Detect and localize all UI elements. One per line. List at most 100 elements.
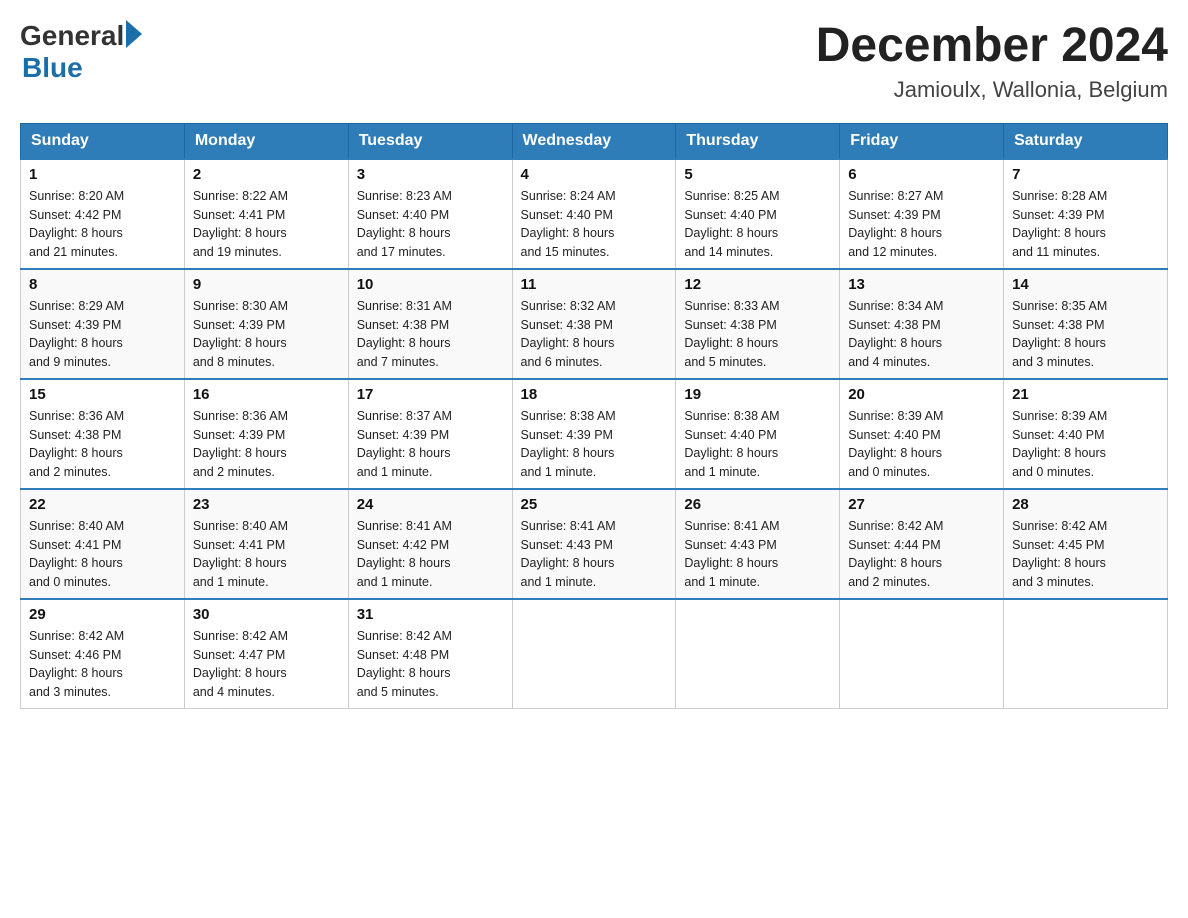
day-info: Sunrise: 8:25 AMSunset: 4:40 PMDaylight:… <box>684 187 831 262</box>
day-number: 11 <box>521 276 668 293</box>
day-number: 20 <box>848 386 995 403</box>
day-number: 5 <box>684 166 831 183</box>
calendar-cell: 3 Sunrise: 8:23 AMSunset: 4:40 PMDaylight… <box>348 159 512 269</box>
day-info: Sunrise: 8:31 AMSunset: 4:38 PMDaylight:… <box>357 297 504 372</box>
day-info: Sunrise: 8:35 AMSunset: 4:38 PMDaylight:… <box>1012 297 1159 372</box>
day-info: Sunrise: 8:23 AMSunset: 4:40 PMDaylight:… <box>357 187 504 262</box>
calendar-cell: 8 Sunrise: 8:29 AMSunset: 4:39 PMDaylight… <box>21 269 185 379</box>
day-number: 24 <box>357 496 504 513</box>
header-friday: Friday <box>840 123 1004 159</box>
header-sunday: Sunday <box>21 123 185 159</box>
calendar-cell: 29Sunrise: 8:42 AMSunset: 4:46 PMDayligh… <box>21 599 185 709</box>
calendar-cell: 17Sunrise: 8:37 AMSunset: 4:39 PMDayligh… <box>348 379 512 489</box>
calendar-cell: 16 Sunrise: 8:36 AMSunset: 4:39 PMDayligh… <box>184 379 348 489</box>
day-number: 25 <box>521 496 668 513</box>
calendar-cell: 18 Sunrise: 8:38 AMSunset: 4:39 PMDayligh… <box>512 379 676 489</box>
header-tuesday: Tuesday <box>348 123 512 159</box>
calendar-cell: 4 Sunrise: 8:24 AMSunset: 4:40 PMDaylight… <box>512 159 676 269</box>
week-row-3: 15 Sunrise: 8:36 AMSunset: 4:38 PMDayligh… <box>21 379 1168 489</box>
day-info: Sunrise: 8:27 AMSunset: 4:39 PMDaylight:… <box>848 187 995 262</box>
day-number: 6 <box>848 166 995 183</box>
day-info: Sunrise: 8:42 AMSunset: 4:48 PMDaylight:… <box>357 627 504 702</box>
day-number: 29 <box>29 606 176 623</box>
day-number: 14 <box>1012 276 1159 293</box>
title-area: December 2024 Jamioulx, Wallonia, Belgiu… <box>816 20 1168 103</box>
day-number: 28 <box>1012 496 1159 513</box>
calendar-cell: 19 Sunrise: 8:38 AMSunset: 4:40 PMDayligh… <box>676 379 840 489</box>
week-row-2: 8 Sunrise: 8:29 AMSunset: 4:39 PMDaylight… <box>21 269 1168 379</box>
header-thursday: Thursday <box>676 123 840 159</box>
day-info: Sunrise: 8:34 AMSunset: 4:38 PMDaylight:… <box>848 297 995 372</box>
day-number: 23 <box>193 496 340 513</box>
calendar-cell: 11 Sunrise: 8:32 AMSunset: 4:38 PMDayligh… <box>512 269 676 379</box>
day-info: Sunrise: 8:42 AMSunset: 4:47 PMDaylight:… <box>193 627 340 702</box>
day-info: Sunrise: 8:41 AMSunset: 4:42 PMDaylight:… <box>357 517 504 592</box>
calendar-cell: 9 Sunrise: 8:30 AMSunset: 4:39 PMDaylight… <box>184 269 348 379</box>
calendar-cell <box>512 599 676 709</box>
calendar-cell: 1Sunrise: 8:20 AMSunset: 4:42 PMDaylight… <box>21 159 185 269</box>
day-number: 16 <box>193 386 340 403</box>
day-info: Sunrise: 8:41 AMSunset: 4:43 PMDaylight:… <box>684 517 831 592</box>
day-number: 21 <box>1012 386 1159 403</box>
week-row-1: 1Sunrise: 8:20 AMSunset: 4:42 PMDaylight… <box>21 159 1168 269</box>
header-wednesday: Wednesday <box>512 123 676 159</box>
calendar-cell: 7Sunrise: 8:28 AMSunset: 4:39 PMDaylight… <box>1004 159 1168 269</box>
calendar-cell: 27 Sunrise: 8:42 AMSunset: 4:44 PMDayligh… <box>840 489 1004 599</box>
day-info: Sunrise: 8:37 AMSunset: 4:39 PMDaylight:… <box>357 407 504 482</box>
day-number: 30 <box>193 606 340 623</box>
day-info: Sunrise: 8:38 AMSunset: 4:40 PMDaylight:… <box>684 407 831 482</box>
calendar-cell: 23 Sunrise: 8:40 AMSunset: 4:41 PMDayligh… <box>184 489 348 599</box>
day-number: 26 <box>684 496 831 513</box>
day-info: Sunrise: 8:42 AMSunset: 4:45 PMDaylight:… <box>1012 517 1159 592</box>
day-info: Sunrise: 8:42 AMSunset: 4:44 PMDaylight:… <box>848 517 995 592</box>
day-info: Sunrise: 8:38 AMSunset: 4:39 PMDaylight:… <box>521 407 668 482</box>
day-number: 2 <box>193 166 340 183</box>
calendar-cell: 6 Sunrise: 8:27 AMSunset: 4:39 PMDaylight… <box>840 159 1004 269</box>
day-info: Sunrise: 8:36 AMSunset: 4:39 PMDaylight:… <box>193 407 340 482</box>
day-number: 4 <box>521 166 668 183</box>
day-info: Sunrise: 8:32 AMSunset: 4:38 PMDaylight:… <box>521 297 668 372</box>
calendar-cell: 15 Sunrise: 8:36 AMSunset: 4:38 PMDayligh… <box>21 379 185 489</box>
day-info: Sunrise: 8:36 AMSunset: 4:38 PMDaylight:… <box>29 407 176 482</box>
location-subtitle: Jamioulx, Wallonia, Belgium <box>816 77 1168 103</box>
day-number: 12 <box>684 276 831 293</box>
calendar-cell <box>676 599 840 709</box>
day-info: Sunrise: 8:28 AMSunset: 4:39 PMDaylight:… <box>1012 187 1159 262</box>
calendar-cell: 21 Sunrise: 8:39 AMSunset: 4:40 PMDayligh… <box>1004 379 1168 489</box>
calendar-cell: 24 Sunrise: 8:41 AMSunset: 4:42 PMDayligh… <box>348 489 512 599</box>
day-info: Sunrise: 8:40 AMSunset: 4:41 PMDaylight:… <box>193 517 340 592</box>
day-info: Sunrise: 8:39 AMSunset: 4:40 PMDaylight:… <box>1012 407 1159 482</box>
header-saturday: Saturday <box>1004 123 1168 159</box>
day-info: Sunrise: 8:24 AMSunset: 4:40 PMDaylight:… <box>521 187 668 262</box>
logo-text-blue: Blue <box>22 52 83 84</box>
logo: General Blue <box>20 20 142 84</box>
week-row-4: 22 Sunrise: 8:40 AMSunset: 4:41 PMDayligh… <box>21 489 1168 599</box>
calendar-header-row: SundayMondayTuesdayWednesdayThursdayFrid… <box>21 123 1168 159</box>
day-number: 13 <box>848 276 995 293</box>
day-number: 10 <box>357 276 504 293</box>
logo-arrow-icon <box>126 20 142 48</box>
day-number: 9 <box>193 276 340 293</box>
calendar-cell <box>840 599 1004 709</box>
day-number: 8 <box>29 276 176 293</box>
day-info: Sunrise: 8:40 AMSunset: 4:41 PMDaylight:… <box>29 517 176 592</box>
calendar-cell: 14 Sunrise: 8:35 AMSunset: 4:38 PMDayligh… <box>1004 269 1168 379</box>
calendar-cell <box>1004 599 1168 709</box>
day-number: 19 <box>684 386 831 403</box>
logo-text-general: General <box>20 20 124 52</box>
week-row-5: 29Sunrise: 8:42 AMSunset: 4:46 PMDayligh… <box>21 599 1168 709</box>
day-info: Sunrise: 8:29 AMSunset: 4:39 PMDaylight:… <box>29 297 176 372</box>
day-number: 3 <box>357 166 504 183</box>
month-title: December 2024 <box>816 20 1168 73</box>
day-number: 15 <box>29 386 176 403</box>
day-number: 18 <box>521 386 668 403</box>
day-info: Sunrise: 8:33 AMSunset: 4:38 PMDaylight:… <box>684 297 831 372</box>
day-number: 22 <box>29 496 176 513</box>
calendar-cell: 28 Sunrise: 8:42 AMSunset: 4:45 PMDayligh… <box>1004 489 1168 599</box>
calendar-cell: 5 Sunrise: 8:25 AMSunset: 4:40 PMDaylight… <box>676 159 840 269</box>
calendar-cell: 13 Sunrise: 8:34 AMSunset: 4:38 PMDayligh… <box>840 269 1004 379</box>
calendar-cell: 10 Sunrise: 8:31 AMSunset: 4:38 PMDayligh… <box>348 269 512 379</box>
day-info: Sunrise: 8:30 AMSunset: 4:39 PMDaylight:… <box>193 297 340 372</box>
day-number: 27 <box>848 496 995 513</box>
calendar-cell: 12 Sunrise: 8:33 AMSunset: 4:38 PMDayligh… <box>676 269 840 379</box>
